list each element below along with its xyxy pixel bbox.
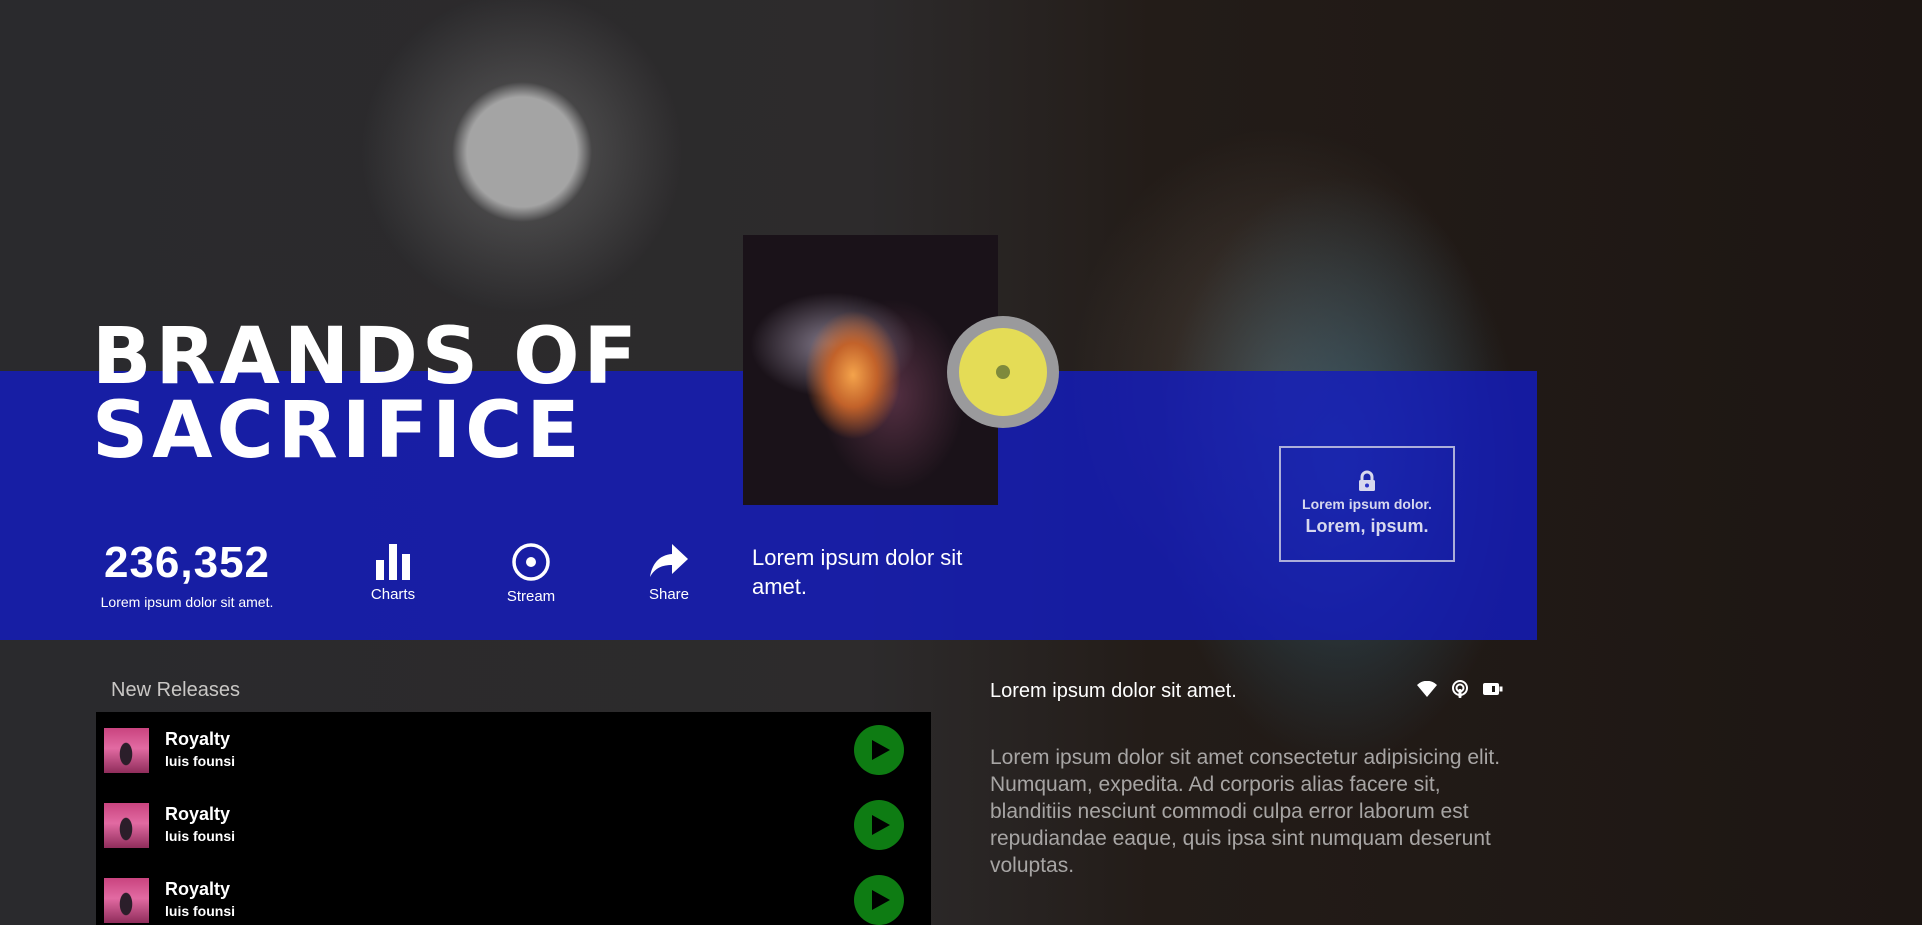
track-title: Royalty xyxy=(165,804,231,824)
list-item[interactable]: Royalty luis founsi xyxy=(96,787,931,862)
lock-panel-line2: Lorem, ipsum. xyxy=(1305,516,1429,536)
list-item[interactable]: Royalty luis founsi xyxy=(96,712,931,787)
play-icon xyxy=(872,740,890,760)
track-thumbnail xyxy=(104,878,149,923)
track-artist: luis founsi xyxy=(165,753,235,769)
lock-panel-line1: Lorem ipsum dolor. xyxy=(1302,496,1432,512)
share-icon xyxy=(650,544,688,577)
charts-label: Charts xyxy=(370,586,416,603)
bar-chart-icon xyxy=(376,544,410,580)
listener-count: 236,352 xyxy=(103,538,271,587)
battery-icon xyxy=(1483,683,1503,695)
play-icon xyxy=(872,815,890,835)
info-body: Lorem ipsum dolor sit amet consectetur a… xyxy=(990,746,1501,877)
new-releases-heading: New Releases xyxy=(111,679,240,701)
play-button[interactable] xyxy=(854,800,904,850)
stream-button[interactable]: Stream xyxy=(491,542,571,605)
wifi-icon xyxy=(1417,681,1437,697)
listener-count-label: Lorem ipsum dolor sit amet. xyxy=(100,594,274,610)
play-button[interactable] xyxy=(854,725,904,775)
track-thumbnail xyxy=(104,728,149,773)
list-item[interactable]: Royalty luis founsi xyxy=(96,862,931,925)
stream-label: Stream xyxy=(506,588,556,605)
play-icon xyxy=(872,890,890,910)
disc-center xyxy=(996,365,1010,379)
track-title: Royalty xyxy=(165,879,231,899)
info-heading: Lorem ipsum dolor sit amet. xyxy=(990,680,1237,702)
podcast-icon xyxy=(1452,680,1468,698)
share-button[interactable]: Share xyxy=(629,542,709,603)
vinyl-disc-icon xyxy=(947,316,1059,428)
new-releases-list: Royalty luis founsi Royalty luis founsi … xyxy=(96,712,931,925)
track-artist: luis founsi xyxy=(165,828,235,844)
track-thumbnail xyxy=(104,803,149,848)
play-button[interactable] xyxy=(854,875,904,925)
status-icons xyxy=(1417,680,1503,698)
charts-button[interactable]: Charts xyxy=(353,542,433,603)
disc-label xyxy=(959,328,1047,416)
hero-tagline: Lorem ipsum dolor sit amet. xyxy=(752,545,963,599)
stream-icon xyxy=(512,543,550,581)
page-title: BRANDS OF SACRIFICE xyxy=(92,312,641,476)
track-artist: luis founsi xyxy=(165,903,235,919)
share-label: Share xyxy=(648,586,690,603)
locked-content-panel[interactable]: Lorem ipsum dolor. Lorem, ipsum. xyxy=(1279,446,1455,562)
track-title: Royalty xyxy=(165,729,231,749)
lock-icon xyxy=(1359,470,1375,491)
